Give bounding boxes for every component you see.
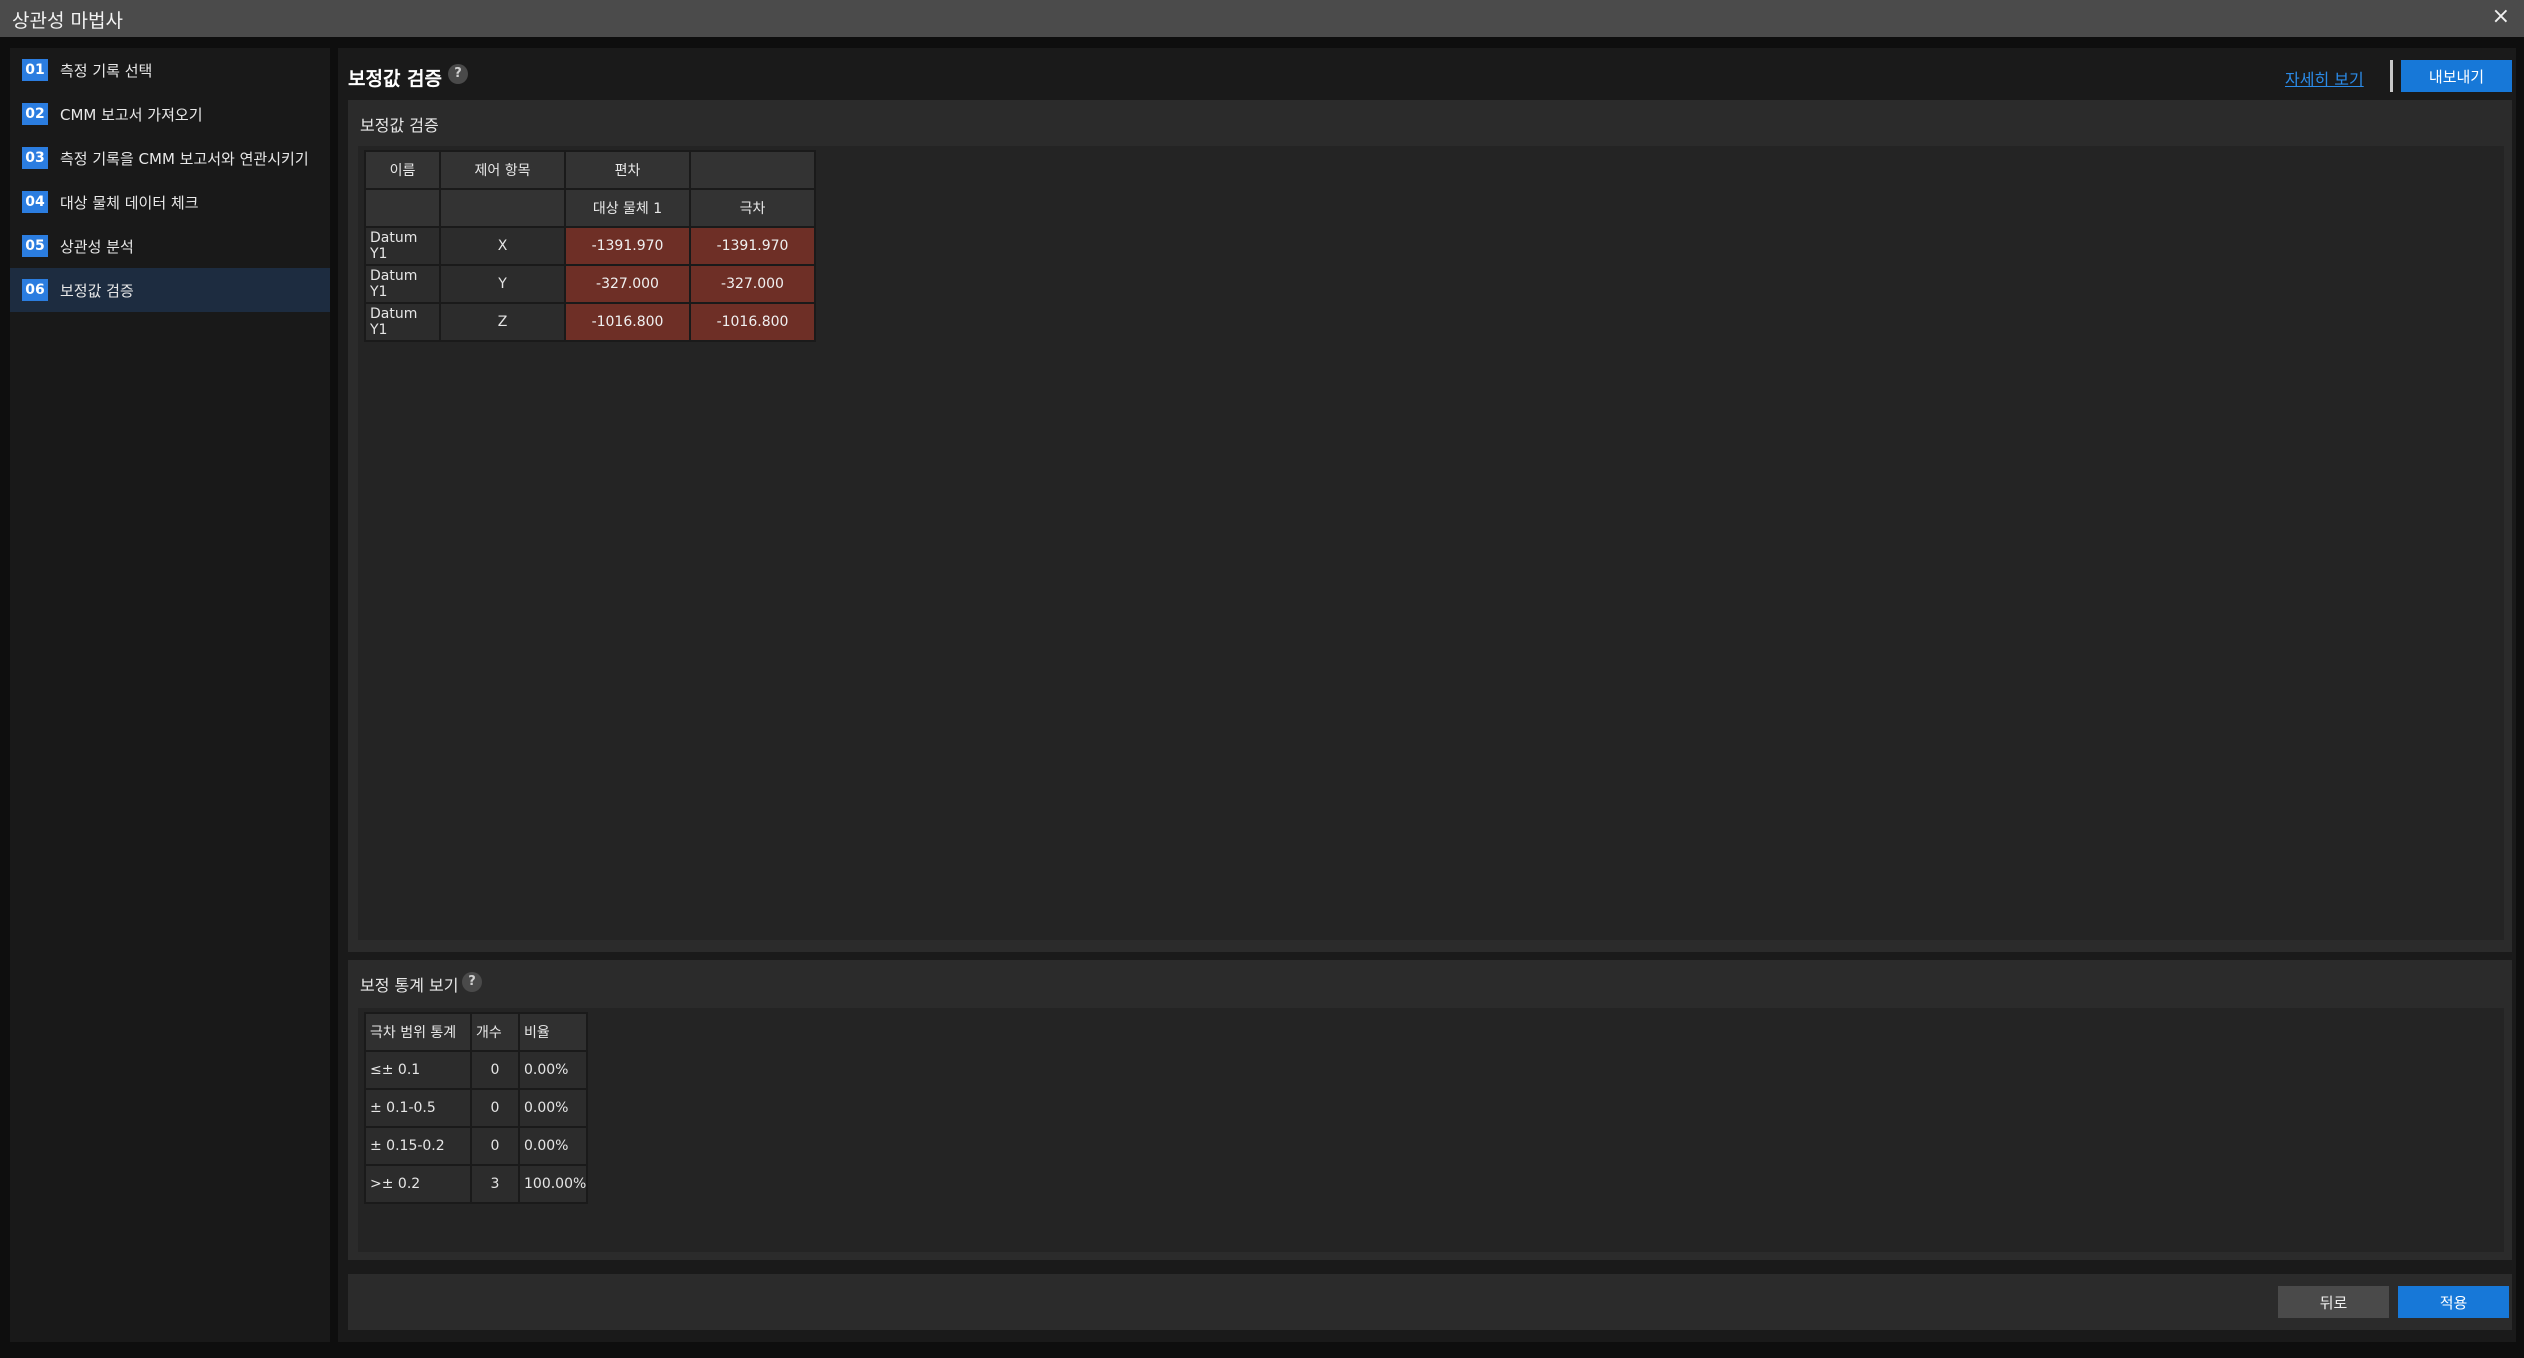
cell-ratio: 0.00% <box>517 1050 589 1090</box>
cell-tolerance: -327.000 <box>689 264 816 304</box>
table-row[interactable]: ≤± 0.1 0 0.00% <box>364 1050 589 1090</box>
step-03[interactable]: 03 측정 기록을 CMM 보고서와 연관시키기 <box>10 136 330 180</box>
column-header-ratio: 비율 <box>517 1012 589 1052</box>
column-subheader-blank <box>439 188 566 228</box>
wizard-steps-sidebar: 01 측정 기록 선택 02 CMM 보고서 가져오기 03 측정 기록을 CM… <box>10 48 330 1342</box>
step-label: 상관성 분석 <box>60 238 134 256</box>
step-02[interactable]: 02 CMM 보고서 가져오기 <box>10 92 330 136</box>
help-icon[interactable]: ? <box>462 972 482 992</box>
cell-object-1: -1016.800 <box>564 302 691 342</box>
step-01[interactable]: 01 측정 기록 선택 <box>10 48 330 92</box>
stats-panel: 보정 통계 보기 ? 극차 범위 통계 개수 비율 ≤± 0.1 0 0.00%… <box>348 960 2512 1260</box>
cell-range: ± 0.15-0.2 <box>364 1126 472 1166</box>
step-05[interactable]: 05 상관성 분석 <box>10 224 330 268</box>
verify-table-area: 이름 제어 항목 편차 대상 물체 1 극차 Datum Y1 X -1391.… <box>358 146 2504 940</box>
step-label: 보정값 검증 <box>60 282 134 300</box>
step-number-badge: 05 <box>22 235 48 257</box>
step-number-badge: 03 <box>22 147 48 169</box>
divider <box>2390 60 2393 92</box>
cell-object-1: -1391.970 <box>564 226 691 266</box>
column-header-name: 이름 <box>364 150 441 190</box>
column-header-blank <box>689 150 816 190</box>
cell-count: 0 <box>470 1088 520 1128</box>
stats-table: 극차 범위 통계 개수 비율 ≤± 0.1 0 0.00% ± 0.1-0.5 … <box>364 1012 589 1204</box>
cell-tolerance: -1016.800 <box>689 302 816 342</box>
back-button[interactable]: 뒤로 <box>2278 1286 2389 1318</box>
column-subheader-blank <box>364 188 441 228</box>
table-row[interactable]: Datum Y1 X -1391.970 -1391.970 <box>364 226 816 266</box>
details-link[interactable]: 자세히 보기 <box>2285 66 2364 90</box>
column-header-range: 극차 범위 통계 <box>364 1012 472 1052</box>
verify-panel-title: 보정값 검증 <box>360 116 439 135</box>
column-header-tolerance: 극차 <box>689 188 816 228</box>
column-header-deviation: 편차 <box>564 150 691 190</box>
cell-range: >± 0.2 <box>364 1164 472 1204</box>
cell-count: 0 <box>470 1050 520 1090</box>
cell-range: ≤± 0.1 <box>364 1050 472 1090</box>
close-icon[interactable]: × <box>2492 4 2510 29</box>
verify-table: 이름 제어 항목 편차 대상 물체 1 극차 Datum Y1 X -1391.… <box>364 150 816 342</box>
column-header-control: 제어 항목 <box>439 150 566 190</box>
cell-ratio: 0.00% <box>517 1126 589 1166</box>
cell-count: 0 <box>470 1126 520 1166</box>
export-button[interactable]: 내보내기 <box>2401 60 2512 92</box>
step-number-badge: 04 <box>22 191 48 213</box>
step-04[interactable]: 04 대상 물체 데이터 체크 <box>10 180 330 224</box>
stats-table-area: 극차 범위 통계 개수 비율 ≤± 0.1 0 0.00% ± 0.1-0.5 … <box>358 1008 2504 1252</box>
table-row[interactable]: Datum Y1 Z -1016.800 -1016.800 <box>364 302 816 342</box>
step-label: 측정 기록을 CMM 보고서와 연관시키기 <box>60 150 309 168</box>
stats-panel-title: 보정 통계 보기 <box>360 976 459 995</box>
cell-control: Z <box>439 302 566 342</box>
step-06[interactable]: 06 보정값 검증 <box>10 268 330 312</box>
step-number-badge: 06 <box>22 279 48 301</box>
step-label: 대상 물체 데이터 체크 <box>60 194 199 212</box>
cell-name: Datum Y1 <box>364 302 441 342</box>
cell-object-1: -327.000 <box>564 264 691 304</box>
cell-name: Datum Y1 <box>364 226 441 266</box>
title-bar: 상관성 마법사 × <box>0 0 2524 37</box>
column-header-count: 개수 <box>470 1012 520 1052</box>
footer-bar: 뒤로 적용 <box>348 1274 2512 1330</box>
cell-range: ± 0.1-0.5 <box>364 1088 472 1128</box>
apply-button[interactable]: 적용 <box>2398 1286 2509 1318</box>
cell-count: 3 <box>470 1164 520 1204</box>
step-label: 측정 기록 선택 <box>60 62 153 80</box>
cell-ratio: 100.00% <box>517 1164 589 1204</box>
cell-control: Y <box>439 264 566 304</box>
cell-ratio: 0.00% <box>517 1088 589 1128</box>
verify-panel: 보정값 검증 이름 제어 항목 편차 대상 물체 1 극차 Datum Y1 X <box>348 100 2512 952</box>
main-content: 보정값 검증 ? 자세히 보기 내보내기 보정값 검증 이름 제어 항목 편차 … <box>338 48 2516 1342</box>
cell-name: Datum Y1 <box>364 264 441 304</box>
window-title: 상관성 마법사 <box>12 10 123 32</box>
step-label: CMM 보고서 가져오기 <box>60 106 203 124</box>
help-icon[interactable]: ? <box>448 64 468 84</box>
table-row[interactable]: ± 0.15-0.2 0 0.00% <box>364 1126 589 1166</box>
table-row[interactable]: Datum Y1 Y -327.000 -327.000 <box>364 264 816 304</box>
step-number-badge: 02 <box>22 103 48 125</box>
column-header-object-1: 대상 물체 1 <box>564 188 691 228</box>
step-number-badge: 01 <box>22 59 48 81</box>
table-row[interactable]: ± 0.1-0.5 0 0.00% <box>364 1088 589 1128</box>
cell-tolerance: -1391.970 <box>689 226 816 266</box>
page-title: 보정값 검증 <box>348 68 443 90</box>
cell-control: X <box>439 226 566 266</box>
table-row[interactable]: >± 0.2 3 100.00% <box>364 1164 589 1204</box>
